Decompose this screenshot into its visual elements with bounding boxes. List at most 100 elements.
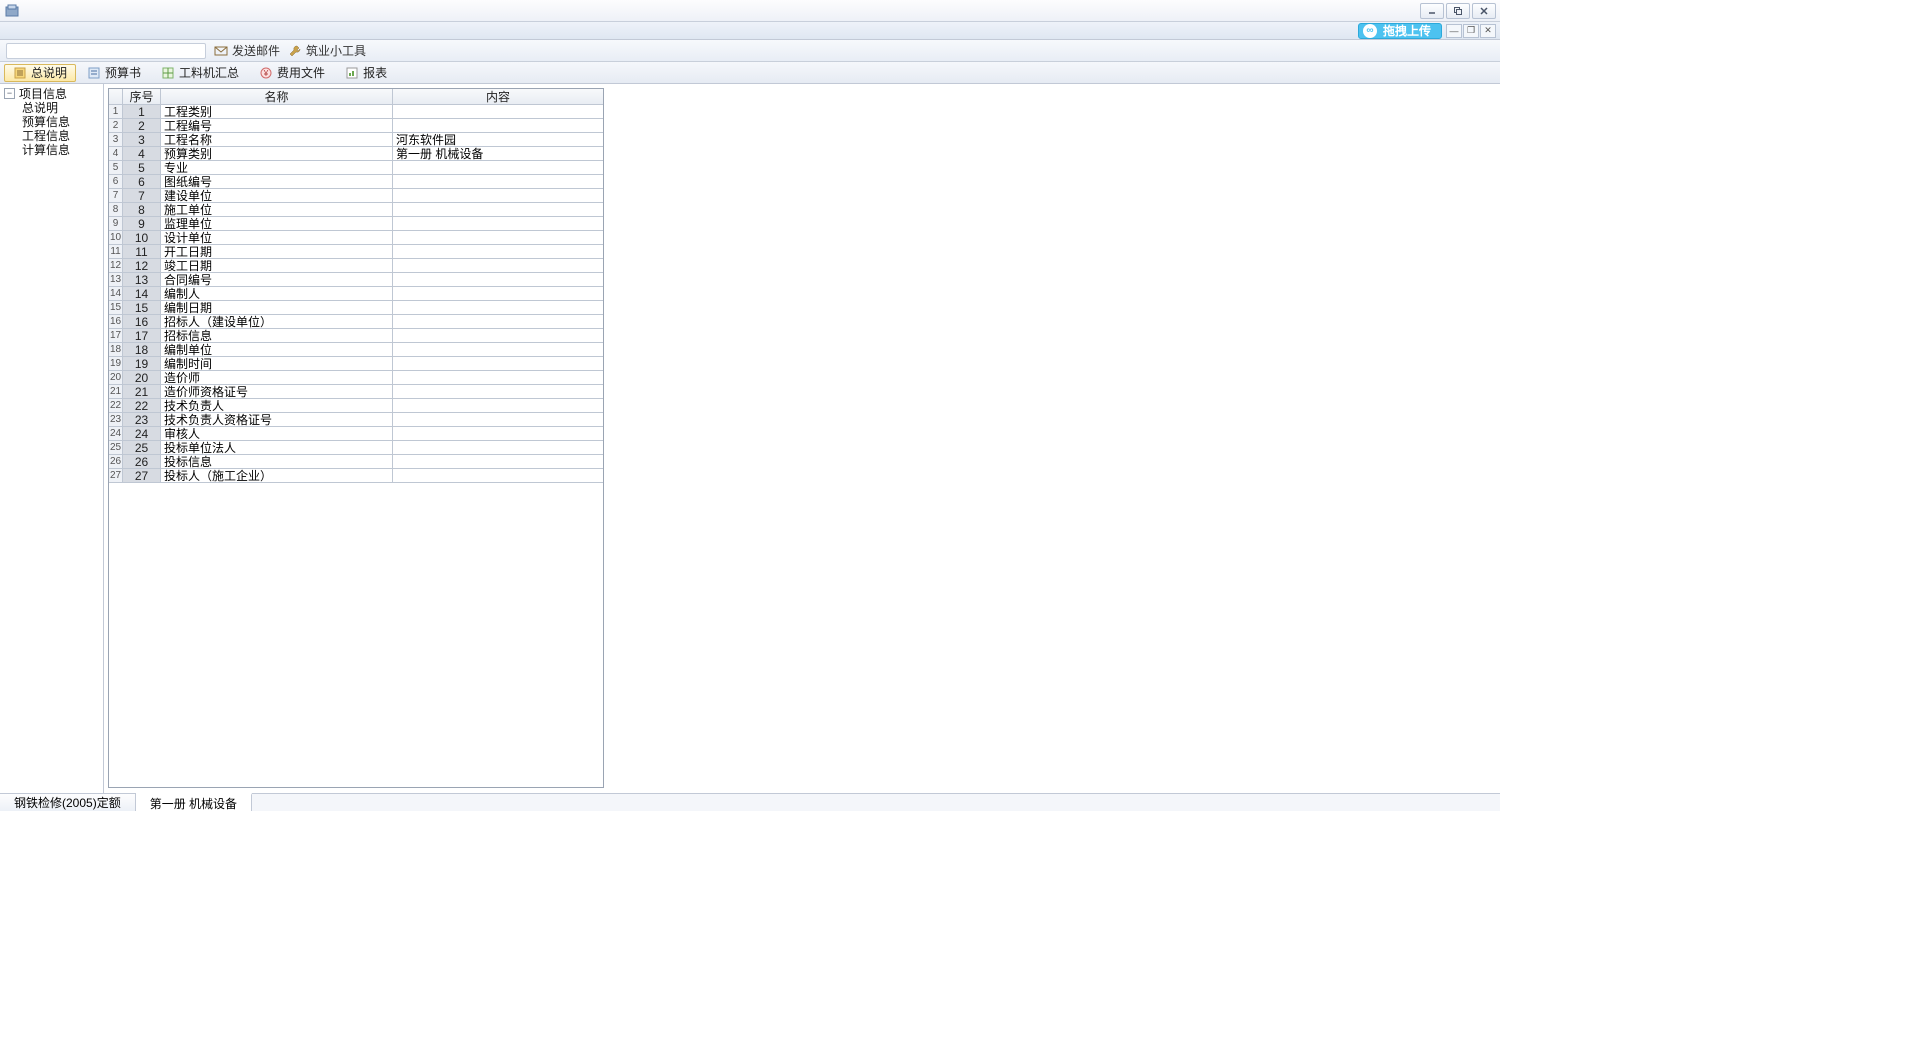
cell-content[interactable] xyxy=(393,455,603,469)
cell-seq[interactable]: 2 xyxy=(123,119,161,133)
tab-0[interactable]: 总说明 xyxy=(4,64,76,82)
cell-seq[interactable]: 26 xyxy=(123,455,161,469)
doc-restore-button[interactable]: ❐ xyxy=(1463,24,1479,38)
tree-item-3[interactable]: 计算信息 xyxy=(0,142,103,156)
cell-seq[interactable]: 16 xyxy=(123,315,161,329)
cell-seq[interactable]: 5 xyxy=(123,161,161,175)
grid-row[interactable]: 2424审核人 xyxy=(109,427,603,441)
cell-content[interactable] xyxy=(393,441,603,455)
cell-seq[interactable]: 25 xyxy=(123,441,161,455)
cell-seq[interactable]: 1 xyxy=(123,105,161,119)
cell-seq[interactable]: 10 xyxy=(123,231,161,245)
cell-name[interactable]: 设计单位 xyxy=(161,231,393,245)
cell-name[interactable]: 技术负责人资格证号 xyxy=(161,413,393,427)
cell-seq[interactable]: 7 xyxy=(123,189,161,203)
cell-name[interactable]: 建设单位 xyxy=(161,189,393,203)
cell-name[interactable]: 招标人（建设单位） xyxy=(161,315,393,329)
cell-content[interactable] xyxy=(393,189,603,203)
tab-1[interactable]: 预算书 xyxy=(78,64,150,82)
grid-row[interactable]: 11工程类别 xyxy=(109,105,603,119)
grid-row[interactable]: 99监理单位 xyxy=(109,217,603,231)
minimize-button[interactable] xyxy=(1420,3,1444,19)
cell-name[interactable]: 投标信息 xyxy=(161,455,393,469)
cell-seq[interactable]: 11 xyxy=(123,245,161,259)
cell-seq[interactable]: 8 xyxy=(123,203,161,217)
grid-row[interactable]: 1111开工日期 xyxy=(109,245,603,259)
cell-name[interactable]: 施工单位 xyxy=(161,203,393,217)
cell-seq[interactable]: 12 xyxy=(123,259,161,273)
grid-row[interactable]: 66图纸编号 xyxy=(109,175,603,189)
cell-name[interactable]: 开工日期 xyxy=(161,245,393,259)
cell-content[interactable] xyxy=(393,203,603,217)
grid-row[interactable]: 22工程编号 xyxy=(109,119,603,133)
cell-content[interactable] xyxy=(393,245,603,259)
grid-row[interactable]: 55专业 xyxy=(109,161,603,175)
send-mail-button[interactable]: 发送邮件 xyxy=(214,42,280,59)
cell-seq[interactable]: 14 xyxy=(123,287,161,301)
cell-content[interactable] xyxy=(393,231,603,245)
status-tab-0[interactable]: 钢铁检修(2005)定额 xyxy=(0,794,136,811)
cell-content[interactable] xyxy=(393,343,603,357)
cell-content[interactable] xyxy=(393,469,603,483)
grid-row[interactable]: 2020造价师 xyxy=(109,371,603,385)
grid-row[interactable]: 1212竣工日期 xyxy=(109,259,603,273)
cell-seq[interactable]: 3 xyxy=(123,133,161,147)
tab-2[interactable]: 工料机汇总 xyxy=(152,64,248,82)
cell-content[interactable] xyxy=(393,427,603,441)
cell-seq[interactable]: 15 xyxy=(123,301,161,315)
cell-content[interactable] xyxy=(393,175,603,189)
cell-seq[interactable]: 20 xyxy=(123,371,161,385)
col-header-name[interactable]: 名称 xyxy=(161,89,393,105)
cell-content[interactable] xyxy=(393,385,603,399)
cell-content[interactable] xyxy=(393,259,603,273)
cell-seq[interactable]: 23 xyxy=(123,413,161,427)
cell-name[interactable]: 图纸编号 xyxy=(161,175,393,189)
cell-content[interactable] xyxy=(393,273,603,287)
cell-name[interactable]: 投标单位法人 xyxy=(161,441,393,455)
grid-row[interactable]: 1414编制人 xyxy=(109,287,603,301)
grid-row[interactable]: 1717招标信息 xyxy=(109,329,603,343)
grid-row[interactable]: 2626投标信息 xyxy=(109,455,603,469)
small-tool-button[interactable]: 筑业小工具 xyxy=(288,42,366,59)
cell-content[interactable] xyxy=(393,315,603,329)
cell-name[interactable]: 投标人（施工企业） xyxy=(161,469,393,483)
cell-seq[interactable]: 4 xyxy=(123,147,161,161)
col-header-content[interactable]: 内容 xyxy=(393,89,603,105)
col-header-seq[interactable]: 序号 xyxy=(123,89,161,105)
grid-row[interactable]: 2525投标单位法人 xyxy=(109,441,603,455)
cell-name[interactable]: 招标信息 xyxy=(161,329,393,343)
grid-row[interactable]: 1515编制日期 xyxy=(109,301,603,315)
grid-row[interactable]: 44预算类别第一册 机械设备 xyxy=(109,147,603,161)
cell-content[interactable]: 第一册 机械设备 xyxy=(393,147,603,161)
cell-content[interactable] xyxy=(393,371,603,385)
grid-row[interactable]: 77建设单位 xyxy=(109,189,603,203)
data-grid[interactable]: 序号 名称 内容 11工程类别22工程编号33工程名称河东软件园44预算类别第一… xyxy=(108,88,604,788)
cell-seq[interactable]: 27 xyxy=(123,469,161,483)
grid-row[interactable]: 1919编制时间 xyxy=(109,357,603,371)
cell-seq[interactable]: 17 xyxy=(123,329,161,343)
cell-content[interactable] xyxy=(393,329,603,343)
cell-name[interactable]: 监理单位 xyxy=(161,217,393,231)
cell-content[interactable] xyxy=(393,399,603,413)
cell-seq[interactable]: 9 xyxy=(123,217,161,231)
cell-name[interactable]: 编制人 xyxy=(161,287,393,301)
cell-seq[interactable]: 24 xyxy=(123,427,161,441)
cell-seq[interactable]: 13 xyxy=(123,273,161,287)
cell-content[interactable] xyxy=(393,105,603,119)
cell-content[interactable] xyxy=(393,357,603,371)
grid-row[interactable]: 1818编制单位 xyxy=(109,343,603,357)
grid-row[interactable]: 1313合同编号 xyxy=(109,273,603,287)
cell-seq[interactable]: 19 xyxy=(123,357,161,371)
cell-name[interactable]: 编制时间 xyxy=(161,357,393,371)
doc-minimize-button[interactable]: — xyxy=(1446,24,1462,38)
grid-row[interactable]: 88施工单位 xyxy=(109,203,603,217)
cell-content[interactable] xyxy=(393,287,603,301)
tab-3[interactable]: ¥费用文件 xyxy=(250,64,334,82)
grid-row[interactable]: 1010设计单位 xyxy=(109,231,603,245)
cell-name[interactable]: 编制日期 xyxy=(161,301,393,315)
grid-row[interactable]: 2323技术负责人资格证号 xyxy=(109,413,603,427)
cell-name[interactable]: 编制单位 xyxy=(161,343,393,357)
grid-row[interactable]: 1616招标人（建设单位） xyxy=(109,315,603,329)
cell-name[interactable]: 造价师资格证号 xyxy=(161,385,393,399)
grid-row[interactable]: 2727投标人（施工企业） xyxy=(109,469,603,483)
